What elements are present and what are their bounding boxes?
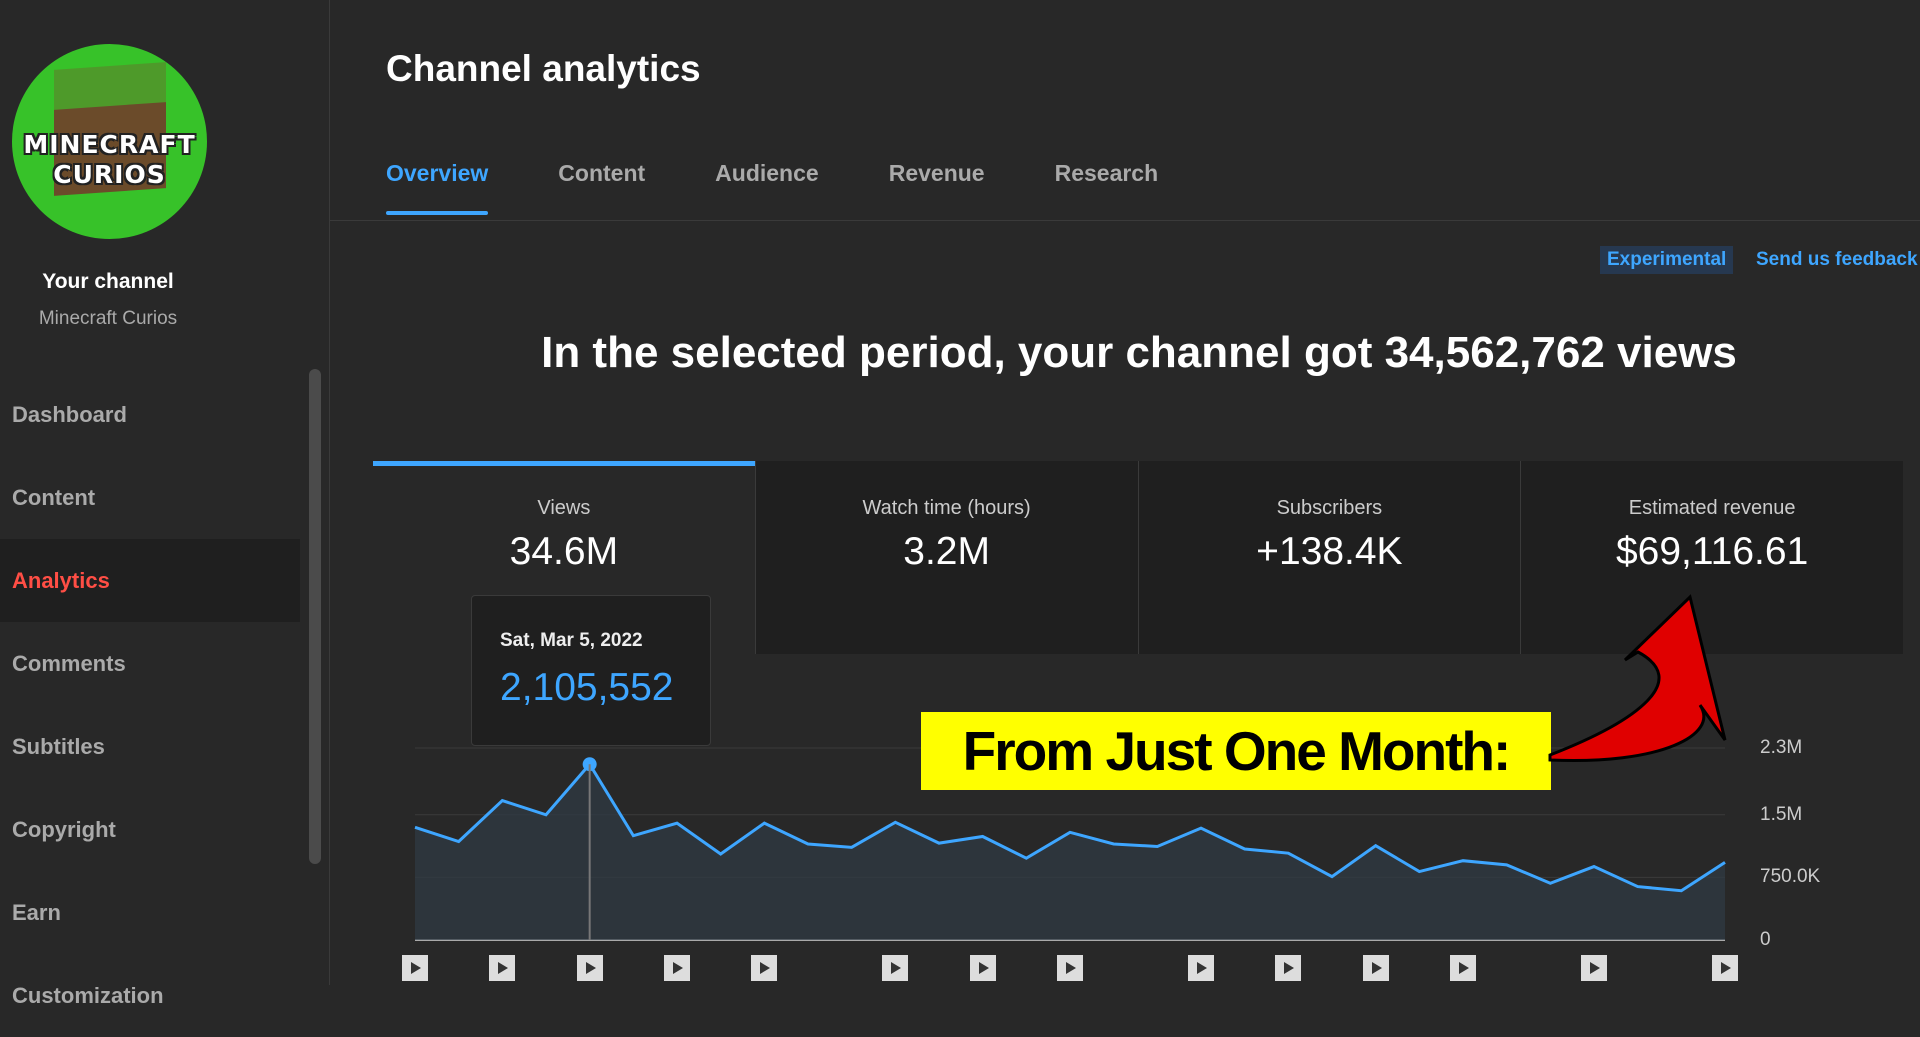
y-tick-label: 750.0K: [1760, 866, 1821, 888]
video-marker-icon[interactable]: [1450, 955, 1476, 981]
video-marker-icon[interactable]: [751, 955, 778, 981]
video-marker-icon[interactable]: [489, 955, 516, 981]
chart-tooltip: Sat, Mar 5, 2022 2,105,552: [471, 595, 711, 746]
video-marker-icon[interactable]: [882, 955, 909, 981]
video-marker-icon[interactable]: [576, 955, 603, 981]
video-marker-icon[interactable]: [1188, 955, 1214, 981]
video-marker-icon[interactable]: [402, 955, 428, 981]
video-marker-icon[interactable]: [1057, 955, 1083, 981]
views-line-chart: [414, 747, 1726, 941]
y-tick-label: 1.5M: [1760, 803, 1803, 825]
video-marker-icon[interactable]: [969, 955, 996, 981]
callout-banner: From Just One Month:: [921, 712, 1551, 790]
tooltip-date: Sat, Mar 5, 2022: [500, 630, 643, 651]
video-marker-icon[interactable]: [1275, 955, 1302, 981]
views-area: [415, 764, 1725, 940]
video-marker-icon[interactable]: [1581, 955, 1607, 981]
video-marker-icon[interactable]: [1712, 955, 1738, 981]
video-marker-icon[interactable]: [1362, 955, 1389, 981]
y-tick-label: 2.3M: [1760, 737, 1803, 758]
tooltip-value: 2,105,552: [500, 666, 674, 709]
video-marker-icon[interactable]: [664, 955, 690, 981]
y-tick-label: 0: [1760, 929, 1771, 950]
